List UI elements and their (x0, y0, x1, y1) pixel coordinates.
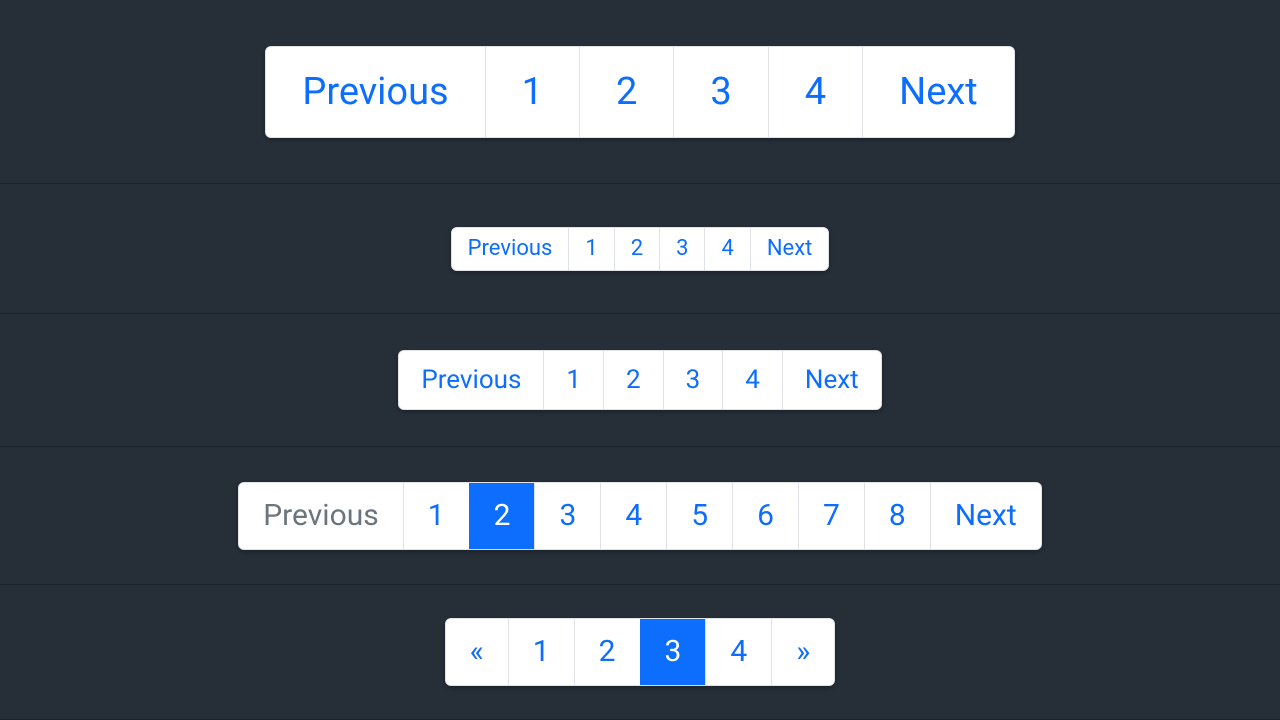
page-6: 6 (732, 483, 798, 549)
page-link-4[interactable]: 4 (704, 228, 749, 270)
pagination-row-xl: Previous 1 2 3 4 Next (0, 0, 1280, 184)
page-link-next[interactable]: Next (930, 483, 1041, 549)
page-link-2[interactable]: 2 (574, 619, 640, 685)
page-2: 2 (574, 619, 640, 685)
chevron-right-icon[interactable]: » (771, 619, 834, 685)
page-prev-arrow: « (446, 619, 508, 685)
page-prev: Previous (399, 351, 543, 409)
page-link-next[interactable]: Next (782, 351, 881, 409)
page-next: Next (782, 351, 881, 409)
page-prev: Previous (452, 228, 569, 270)
page-link-3[interactable]: 3 (534, 483, 600, 549)
page-8: 8 (864, 483, 930, 549)
page-3: 3 (663, 351, 723, 409)
page-link-2[interactable]: 2 (469, 483, 535, 549)
page-2: 2 (603, 351, 663, 409)
page-1: 1 (485, 47, 579, 137)
pagination-xl: Previous 1 2 3 4 Next (265, 46, 1014, 138)
page-link-5[interactable]: 5 (666, 483, 732, 549)
page-5: 5 (666, 483, 732, 549)
pagination-md: Previous 1 2 3 4 Next (398, 350, 881, 410)
page-link-2[interactable]: 2 (579, 47, 673, 137)
page-2-active: 2 (469, 483, 535, 549)
pagination-lg: Previous 1 2 3 4 5 6 7 8 Next (238, 482, 1042, 550)
pagination-sm: Previous 1 2 3 4 Next (451, 227, 830, 271)
page-next: Next (930, 483, 1041, 549)
page-link-3[interactable]: 3 (659, 228, 704, 270)
page-3: 3 (534, 483, 600, 549)
pagination-row-md: Previous 1 2 3 4 Next (0, 314, 1280, 447)
page-link-prev[interactable]: Previous (452, 228, 569, 270)
page-3-active: 3 (640, 619, 706, 685)
page-link-prev[interactable]: Previous (399, 351, 543, 409)
page-link-7[interactable]: 7 (798, 483, 864, 549)
page-4: 4 (705, 619, 771, 685)
chevron-left-icon[interactable]: « (446, 619, 508, 685)
page-link-1[interactable]: 1 (403, 483, 469, 549)
page-link-1[interactable]: 1 (568, 228, 613, 270)
page-link-6[interactable]: 6 (732, 483, 798, 549)
pagination-row-lg: Previous 1 2 3 4 5 6 7 8 Next (0, 447, 1280, 585)
page-1: 1 (403, 483, 469, 549)
page-4: 4 (704, 228, 749, 270)
page-2: 2 (579, 47, 673, 137)
page-prev: Previous (266, 47, 484, 137)
page-link-prev[interactable]: Previous (266, 47, 484, 137)
page-link-4[interactable]: 4 (768, 47, 862, 137)
page-link-3[interactable]: 3 (673, 47, 767, 137)
page-link-2[interactable]: 2 (603, 351, 663, 409)
page-link-next[interactable]: Next (862, 47, 1014, 137)
page-3: 3 (673, 47, 767, 137)
page-link-next[interactable]: Next (750, 228, 828, 270)
page-link-4[interactable]: 4 (722, 351, 782, 409)
page-4: 4 (600, 483, 666, 549)
page-link-1[interactable]: 1 (508, 619, 574, 685)
page-next-arrow: » (771, 619, 834, 685)
pagination-row-sm: Previous 1 2 3 4 Next (0, 184, 1280, 314)
page-2: 2 (614, 228, 659, 270)
page-link-4[interactable]: 4 (705, 619, 771, 685)
page-link-3[interactable]: 3 (663, 351, 723, 409)
page-1: 1 (508, 619, 574, 685)
page-1: 1 (568, 228, 613, 270)
page-1: 1 (543, 351, 603, 409)
page-3: 3 (659, 228, 704, 270)
page-next: Next (862, 47, 1014, 137)
page-7: 7 (798, 483, 864, 549)
page-link-1[interactable]: 1 (485, 47, 579, 137)
page-next: Next (750, 228, 828, 270)
page-link-3[interactable]: 3 (640, 619, 706, 685)
page-4: 4 (768, 47, 862, 137)
pagination-arrows: « 1 2 3 4 » (445, 618, 836, 686)
page-link-2[interactable]: 2 (614, 228, 659, 270)
pagination-row-arrows: « 1 2 3 4 » (0, 585, 1280, 720)
page-prev-disabled: Previous (239, 483, 403, 549)
page-link-4[interactable]: 4 (600, 483, 666, 549)
page-link-1[interactable]: 1 (543, 351, 603, 409)
page-link-8[interactable]: 8 (864, 483, 930, 549)
page-4: 4 (722, 351, 782, 409)
page-link-prev: Previous (239, 483, 403, 549)
